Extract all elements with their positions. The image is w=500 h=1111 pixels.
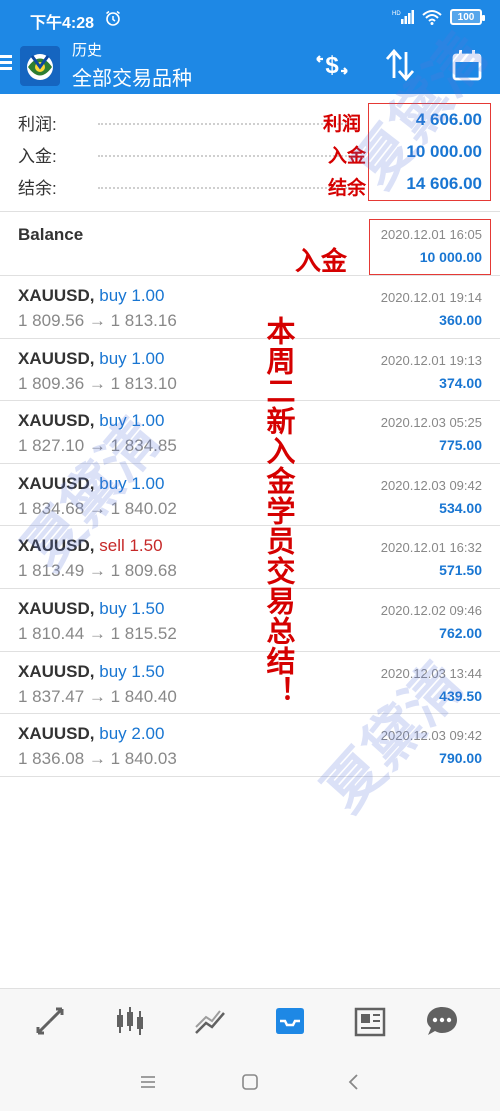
dotted-leader (98, 155, 350, 157)
dotted-leader (98, 123, 350, 125)
calendar-icon[interactable] (448, 46, 486, 84)
wifi-icon (422, 10, 442, 25)
deal-symbol: XAUUSD, buy 1.00 (18, 286, 165, 305)
vertical-annotation: 本周二新入金学员交易总结！ (262, 316, 296, 706)
row-amount: 571.50 (439, 562, 482, 579)
deal-symbol: XAUUSD, buy 1.00 (18, 411, 165, 431)
deal-type: buy 1.50 (99, 598, 165, 618)
home-icon[interactable] (238, 1070, 262, 1094)
row-date: 2020.12.01 19:14 (380, 290, 482, 305)
row-amount: 790.00 (439, 750, 482, 767)
row-date: 2020.12.03 05:25 (380, 415, 482, 431)
deal-row[interactable]: XAUUSD, buy 1.00 1 809.36 → 1 813.10 202… (0, 339, 500, 402)
deal-prices: 1 836.08 → 1 840.03 (18, 749, 177, 769)
deal-type: sell 1.50 (99, 536, 163, 556)
app-logo-icon (20, 46, 60, 86)
deal-symbol: XAUUSD, buy 1.00 (18, 473, 165, 493)
svg-text:HD: HD (392, 11, 401, 17)
annotation-note: 利润 (323, 113, 362, 135)
svg-text:$: $ (325, 52, 339, 79)
row-date: 2020.12.03 09:42 (380, 477, 482, 493)
deal-row[interactable]: XAUUSD, buy 1.00 1 809.56 → 1 813.16 202… (0, 276, 500, 339)
deal-type: buy 1.00 (99, 286, 165, 305)
deal-type: buy 1.00 (99, 348, 165, 368)
history-icon[interactable] (272, 1003, 308, 1039)
balance-row[interactable]: Balance 入金 2020.12.01 16:05 10 000.00 (0, 213, 500, 277)
alarm-icon (106, 10, 120, 26)
annotation-note: 入金 (328, 145, 367, 167)
balance-title: Balance (18, 225, 84, 244)
menu-button[interactable] (0, 52, 14, 76)
chat-icon[interactable] (424, 1003, 460, 1039)
signal-icon: HD (392, 10, 414, 24)
deal-row[interactable]: XAUUSD, buy 1.00 1 827.10 → 1 834.85 202… (0, 401, 500, 464)
deal-symbol: XAUUSD, buy 1.50 (18, 598, 165, 618)
status-bar: 下午4:28 HD 100 (0, 0, 500, 36)
deal-symbol: XAUUSD, buy 1.50 (18, 661, 165, 681)
annotation-box (368, 103, 491, 201)
history-list[interactable]: Balance 入金 2020.12.01 16:05 10 000.00 XA… (0, 213, 500, 777)
deal-type: buy 2.00 (99, 724, 165, 744)
row-amount: 360.00 (439, 312, 482, 328)
dotted-leader (98, 187, 350, 189)
status-time: 下午4:28 (30, 15, 95, 32)
deal-row[interactable]: XAUUSD, sell 1.50 1 813.49 → 1 809.68 20… (0, 526, 500, 589)
deal-prices: 1 809.56 → 1 813.16 (18, 311, 177, 330)
deal-row[interactable]: XAUUSD, buy 1.50 1 810.44 → 1 815.52 202… (0, 589, 500, 652)
chart-icon[interactable] (112, 1003, 148, 1039)
deal-prices: 1 837.47 → 1 840.40 (18, 686, 177, 706)
row-amount: 762.00 (439, 624, 482, 641)
news-icon[interactable] (352, 1003, 388, 1039)
annotation-note: 结余 (328, 177, 367, 199)
back-icon[interactable] (342, 1070, 366, 1094)
deal-prices: 1 813.49 → 1 809.68 (18, 561, 177, 581)
summary-label: 结余: (18, 179, 57, 198)
currency-exchange-icon[interactable]: $ (313, 46, 351, 84)
row-amount: 534.00 (439, 499, 482, 516)
row-amount: 775.00 (439, 437, 482, 454)
deal-symbol: XAUUSD, sell 1.50 (18, 536, 163, 556)
deal-row[interactable]: XAUUSD, buy 2.00 1 836.08 → 1 840.03 202… (0, 714, 500, 777)
page-subtitle: 历史 (72, 42, 103, 59)
deal-symbol: XAUUSD, buy 2.00 (18, 724, 165, 744)
deal-row[interactable]: XAUUSD, buy 1.00 1 834.68 → 1 840.02 202… (0, 464, 500, 527)
row-date: 2020.12.01 16:05 (380, 227, 482, 242)
page-title[interactable]: 全部交易品种 (72, 62, 192, 91)
summary-panel: 利润: 利润 4 606.00 入金: 入金 10 000.00 结余: 结余 … (0, 94, 500, 212)
row-date: 2020.12.03 13:44 (380, 665, 482, 681)
deal-row[interactable]: XAUUSD, buy 1.50 1 837.47 → 1 840.40 202… (0, 652, 500, 715)
deal-prices: 1 827.10 → 1 834.85 (18, 436, 177, 456)
row-amount: 10 000.00 (419, 249, 482, 265)
deal-prices: 1 809.36 → 1 813.10 (18, 373, 177, 393)
annotation-note: 入金 (295, 247, 348, 277)
row-amount: 439.50 (439, 687, 482, 704)
recent-apps-icon[interactable] (136, 1070, 160, 1094)
summary-label: 入金: (18, 147, 57, 166)
row-date: 2020.12.02 09:46 (380, 602, 482, 618)
summary-label: 利润: (18, 115, 57, 134)
status-icons: HD 100 (392, 9, 485, 25)
deal-type: buy 1.50 (99, 661, 165, 681)
row-date: 2020.12.01 16:32 (380, 540, 482, 556)
sort-icon[interactable] (381, 46, 419, 84)
row-amount: 374.00 (439, 374, 482, 391)
row-date: 2020.12.01 19:13 (380, 352, 482, 368)
app-bar: 历史 全部交易品种 $ (0, 36, 500, 94)
bottom-navigation (0, 988, 500, 1052)
deal-type: buy 1.00 (99, 473, 165, 493)
deal-type: buy 1.00 (99, 411, 165, 431)
deal-prices: 1 810.44 → 1 815.52 (18, 623, 177, 643)
row-date: 2020.12.03 09:42 (380, 728, 482, 744)
quotes-icon[interactable] (32, 1003, 68, 1039)
battery-icon: 100 (450, 9, 485, 25)
system-navigation (0, 1052, 500, 1111)
deal-symbol: XAUUSD, buy 1.00 (18, 348, 165, 368)
trade-icon[interactable] (192, 1003, 228, 1039)
deal-prices: 1 834.68 → 1 840.02 (18, 498, 177, 518)
